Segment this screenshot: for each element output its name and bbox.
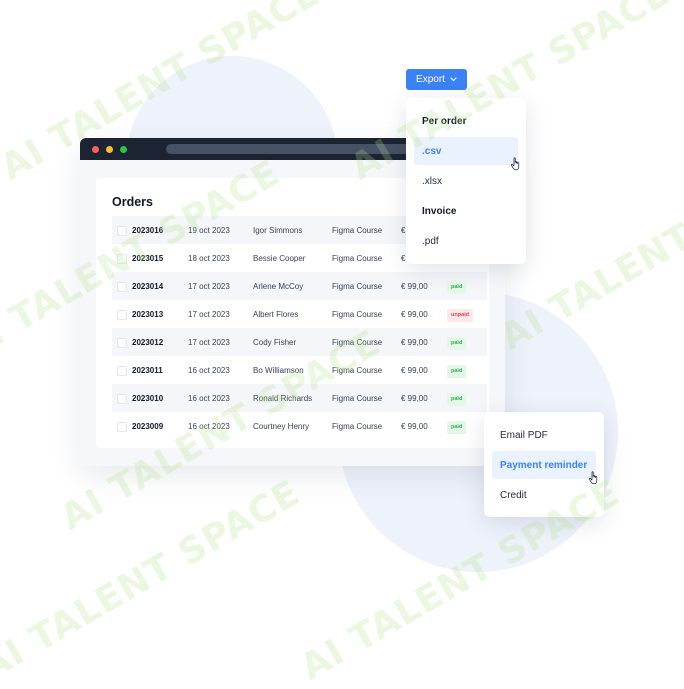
order-date: 19 oct 2023 [188,226,230,235]
customer-name: Ronald Richards [253,394,313,403]
table-row[interactable]: 2023011 16 oct 2023 Bo Williamson Figma Cou… [112,356,487,384]
status-badge: paid [447,337,467,350]
row-checkbox[interactable] [117,282,127,292]
close-dot-icon[interactable] [92,146,99,153]
product-name: Figma Course [332,366,383,375]
row-checkbox[interactable] [117,310,127,320]
order-price: € 99,00 [401,394,428,403]
menu-item-pdf[interactable]: .pdf [414,227,518,255]
row-checkbox[interactable] [117,226,127,236]
row-checkbox[interactable] [117,422,127,432]
order-id: 2023013 [132,310,164,319]
product-name: Figma Course [332,394,383,403]
customer-name: Arlene McCoy [253,282,304,291]
product-name: Figma Course [332,310,383,319]
order-price: € 99,00 [401,338,428,347]
order-date: 17 oct 2023 [188,310,230,319]
minimize-dot-icon[interactable] [106,146,113,153]
menu-header-invoice: Invoice [422,206,457,217]
order-date: 18 oct 2023 [188,254,230,263]
product-name: Figma Course [332,254,383,263]
order-price: € [401,226,406,235]
customer-name: Igor Simmons [253,226,303,235]
order-date: 17 oct 2023 [188,338,230,347]
table-row[interactable]: 2023010 16 oct 2023 Ronald Richards Figma C… [112,384,487,412]
table-row[interactable]: 2023012 17 oct 2023 Cody Fisher Figma Cours… [112,328,487,356]
status-badge: paid [447,421,467,434]
menu-item-credit[interactable]: Credit [492,481,596,509]
row-checkbox[interactable] [117,254,127,264]
order-price: € 99,00 [401,310,428,319]
order-id: 2023010 [132,394,164,403]
order-price: € 99,00 [401,366,428,375]
menu-header-per-order: Per order [422,116,467,127]
table-row[interactable]: 2023013 17 oct 2023 Albert Flores Figma Cou… [112,300,487,328]
order-id: 2023015 [132,254,164,263]
order-id: 2023009 [132,422,164,431]
order-price: € 99,00 [401,282,428,291]
status-badge: paid [447,393,467,406]
order-date: 16 oct 2023 [188,366,230,375]
customer-name: Bessie Cooper [253,254,306,263]
status-badge: paid [447,365,467,378]
customer-name: Albert Flores [253,310,299,319]
order-id: 2023012 [132,338,164,347]
table-row[interactable]: 2023014 17 oct 2023 Arlene McCoy Figma Cour… [112,272,487,300]
menu-item-payment-reminder[interactable]: Payment reminder [492,451,598,485]
order-date: 16 oct 2023 [188,394,230,403]
order-date: 17 oct 2023 [188,282,230,291]
export-button-label: Export [416,74,445,85]
row-checkbox[interactable] [117,338,127,348]
order-id: 2023016 [132,226,164,235]
menu-item-xlsx[interactable]: .xlsx [414,167,518,195]
customer-name: Cody Fisher [253,338,297,347]
product-name: Figma Course [332,338,383,347]
reminder-menu: Email PDF Payment reminder Credit [484,412,604,517]
order-date: 16 oct 2023 [188,422,230,431]
order-id: 2023014 [132,282,164,291]
table-row[interactable]: 2023009 16 oct 2023 Courtney Henry Figma Co… [112,412,487,440]
status-badge: paid [447,281,467,294]
product-name: Figma Course [332,422,383,431]
customer-name: Bo Williamson [253,366,304,375]
order-price: € 99,00 [401,422,428,431]
customer-name: Courtney Henry [253,422,310,431]
export-menu: Per order .csv .xlsx Invoice .pdf [406,98,526,264]
product-name: Figma Course [332,282,383,291]
row-checkbox[interactable] [117,394,127,404]
product-name: Figma Course [332,226,383,235]
menu-item-email-pdf[interactable]: Email PDF [492,421,596,449]
menu-item-csv[interactable]: .csv [414,137,520,171]
row-checkbox[interactable] [117,366,127,376]
status-badge: unpaid [447,309,474,322]
order-price: € [401,254,406,263]
maximize-dot-icon[interactable] [120,146,127,153]
export-button[interactable]: Export [406,69,467,90]
chevron-down-icon [450,77,457,82]
orders-title: Orders [112,195,153,209]
order-id: 2023011 [132,366,163,375]
watermark-text: AI TALENT SPACE [0,472,308,689]
